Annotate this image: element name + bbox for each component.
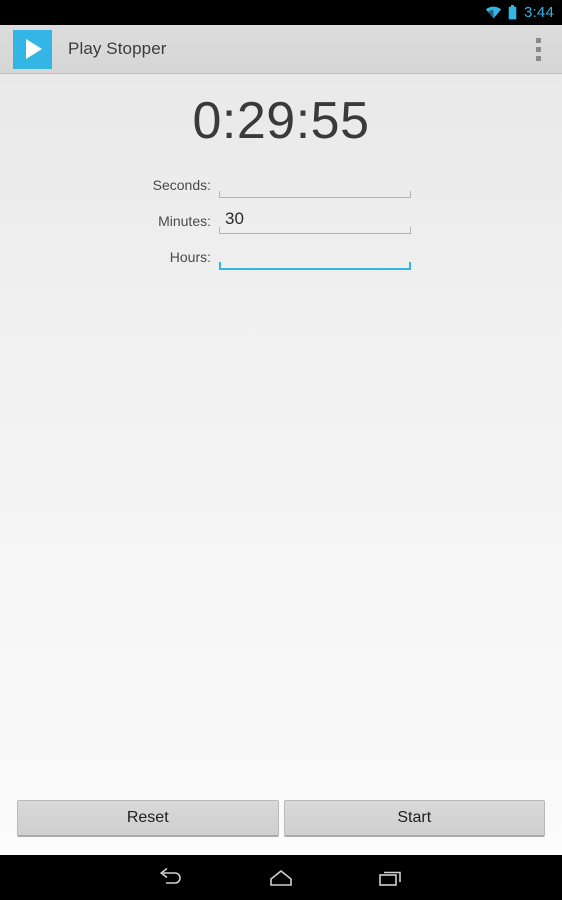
main-content: 0:29:55 Seconds: Minutes: 30 Hours: Rese… <box>0 74 562 855</box>
reset-button[interactable]: Reset <box>17 800 279 837</box>
overflow-menu-icon[interactable] <box>514 25 562 73</box>
play-triangle-icon <box>13 29 52 69</box>
back-arrow-icon[interactable] <box>116 855 226 900</box>
seconds-label: Seconds: <box>152 177 211 193</box>
start-button[interactable]: Start <box>283 800 545 837</box>
seconds-input[interactable] <box>219 168 411 198</box>
minutes-input[interactable]: 30 <box>219 204 411 234</box>
minutes-value: 30 <box>225 209 244 228</box>
navigation-bar <box>0 855 562 900</box>
minutes-label: Minutes: <box>158 213 211 229</box>
android-screen: 3:44 Play Stopper 0:29:55 Seconds: Minut… <box>0 0 562 900</box>
action-bar: Play Stopper <box>0 25 562 74</box>
recents-icon[interactable] <box>336 855 446 900</box>
duration-fields: Seconds: Minutes: 30 Hours: <box>0 162 562 270</box>
minutes-underline <box>219 227 411 234</box>
seconds-field-row: Seconds: <box>0 162 562 198</box>
overflow-dot <box>535 55 541 61</box>
hours-input[interactable] <box>219 240 411 270</box>
status-bar: 3:44 <box>0 0 562 25</box>
seconds-underline <box>219 191 411 198</box>
overflow-dot <box>535 37 541 43</box>
overflow-dot <box>535 46 541 52</box>
page-title: Play Stopper <box>68 39 167 58</box>
hours-field-row: Hours: <box>0 234 562 270</box>
button-bar: Reset Start <box>0 800 562 837</box>
button-gap <box>279 800 284 837</box>
hours-label: Hours: <box>169 249 211 265</box>
minutes-field-row: Minutes: 30 <box>0 198 562 234</box>
status-clock: 3:44 <box>524 4 554 21</box>
battery-icon <box>508 5 517 20</box>
wifi-icon <box>485 6 502 19</box>
hours-underline <box>219 262 411 270</box>
timer-display: 0:29:55 <box>192 92 370 150</box>
home-icon[interactable] <box>226 855 336 900</box>
